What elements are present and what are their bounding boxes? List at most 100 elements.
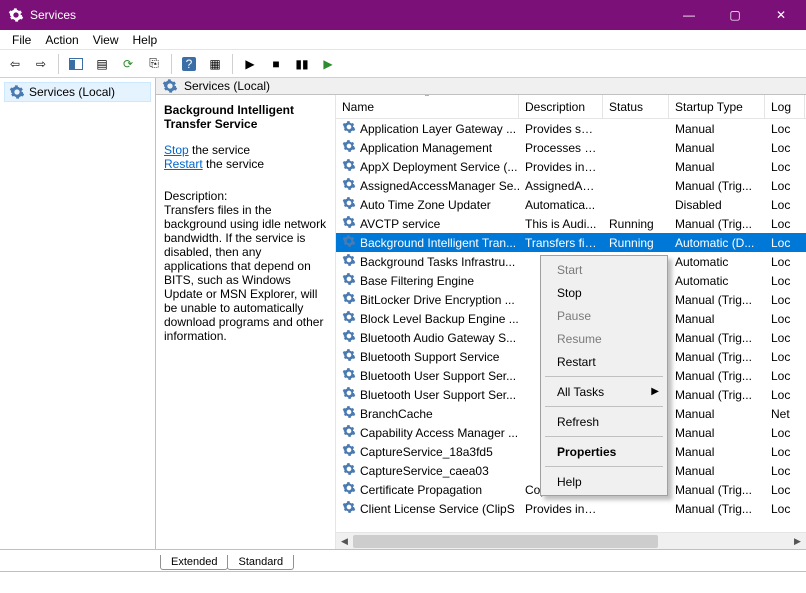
column-name[interactable]: Name⌃ bbox=[336, 95, 519, 118]
link-restart-service[interactable]: Restart bbox=[164, 157, 203, 171]
service-name: BranchCache bbox=[360, 407, 433, 421]
menu-file[interactable]: File bbox=[6, 31, 37, 49]
tab-standard[interactable]: Standard bbox=[227, 555, 294, 570]
menu-view[interactable]: View bbox=[87, 31, 125, 49]
stop-service-button[interactable]: ■ bbox=[264, 52, 288, 76]
scroll-right-button[interactable]: ▶ bbox=[789, 533, 806, 550]
menu-help[interactable]: Help bbox=[127, 31, 164, 49]
horizontal-scrollbar[interactable]: ◀ ▶ bbox=[336, 532, 806, 549]
description-label: Description: bbox=[164, 189, 327, 203]
export-button[interactable]: ⎘ bbox=[142, 52, 166, 76]
column-startup-type[interactable]: Startup Type bbox=[669, 95, 765, 118]
scroll-thumb[interactable] bbox=[353, 535, 658, 548]
cell-status: Running bbox=[603, 217, 669, 231]
service-row[interactable]: AppX Deployment Service (...Provides inf… bbox=[336, 157, 806, 176]
service-row[interactable]: Application Layer Gateway ...Provides su… bbox=[336, 119, 806, 138]
service-name: CaptureService_18a3fd5 bbox=[360, 445, 493, 459]
restart-service-button[interactable]: ▶ bbox=[316, 52, 340, 76]
service-row[interactable]: Application ManagementProcesses in...Man… bbox=[336, 138, 806, 157]
cell-startup: Manual bbox=[669, 464, 765, 478]
ctx-start: Start bbox=[543, 258, 665, 281]
close-button[interactable]: ✕ bbox=[758, 0, 804, 30]
separator bbox=[232, 54, 233, 74]
gear-icon bbox=[342, 120, 356, 137]
tab-extended[interactable]: Extended bbox=[160, 555, 228, 570]
maximize-button[interactable]: ▢ bbox=[712, 0, 758, 30]
ctx-restart[interactable]: Restart bbox=[543, 350, 665, 373]
cell-name: AssignedAccessManager Se... bbox=[336, 177, 519, 194]
service-name: Application Management bbox=[360, 141, 492, 155]
service-name: Base Filtering Engine bbox=[360, 274, 474, 288]
show-hide-tree-button[interactable] bbox=[64, 52, 88, 76]
ctx-help[interactable]: Help bbox=[543, 470, 665, 493]
ctx-all-tasks-label: All Tasks bbox=[557, 385, 604, 399]
refresh-button[interactable]: ⟳ bbox=[116, 52, 140, 76]
tree-item-label: Services (Local) bbox=[29, 85, 115, 99]
service-row[interactable]: AssignedAccessManager Se...AssignedAc...… bbox=[336, 176, 806, 195]
cell-logon: Loc bbox=[765, 388, 805, 402]
gear-icon bbox=[342, 348, 356, 365]
ctx-stop[interactable]: Stop bbox=[543, 281, 665, 304]
gear-icon bbox=[342, 253, 356, 270]
cell-name: Background Tasks Infrastru... bbox=[336, 253, 519, 270]
forward-button[interactable]: ⇨ bbox=[29, 52, 53, 76]
service-name: AVCTP service bbox=[360, 217, 440, 231]
cell-name: Block Level Backup Engine ... bbox=[336, 310, 519, 327]
panel-icon bbox=[69, 58, 83, 70]
cell-name: BranchCache bbox=[336, 405, 519, 422]
detail-pane: Background Intelligent Transfer Service … bbox=[156, 95, 336, 549]
scroll-track[interactable] bbox=[353, 533, 789, 550]
selected-service-title: Background Intelligent Transfer Service bbox=[164, 103, 327, 131]
ctx-all-tasks[interactable]: All Tasks ▶ bbox=[543, 380, 665, 403]
cell-name: AppX Deployment Service (... bbox=[336, 158, 519, 175]
link-stop-service[interactable]: Stop bbox=[164, 143, 189, 157]
service-name: Bluetooth User Support Ser... bbox=[360, 369, 516, 383]
submenu-arrow-icon: ▶ bbox=[651, 386, 659, 397]
cell-desc: Provides inf... bbox=[519, 160, 603, 174]
gear-icon bbox=[342, 367, 356, 384]
separator bbox=[171, 54, 172, 74]
question-button[interactable]: ▦ bbox=[203, 52, 227, 76]
cell-logon: Loc bbox=[765, 141, 805, 155]
column-status[interactable]: Status bbox=[603, 95, 669, 118]
ctx-properties[interactable]: Properties bbox=[543, 440, 665, 463]
right-header: Services (Local) bbox=[156, 78, 806, 95]
service-name: Client License Service (ClipS bbox=[360, 502, 515, 516]
service-name: Auto Time Zone Updater bbox=[360, 198, 491, 212]
gear-icon bbox=[342, 329, 356, 346]
pause-service-button[interactable]: ▮▮ bbox=[290, 52, 314, 76]
ctx-separator bbox=[545, 406, 663, 407]
gear-icon bbox=[342, 177, 356, 194]
cell-name: Client License Service (ClipS bbox=[336, 500, 519, 517]
ctx-separator bbox=[545, 436, 663, 437]
minimize-button[interactable]: — bbox=[666, 0, 712, 30]
cell-desc: Processes in... bbox=[519, 141, 603, 155]
service-row[interactable]: AVCTP serviceThis is Audi...RunningManua… bbox=[336, 214, 806, 233]
cell-desc: AssignedAc... bbox=[519, 179, 603, 193]
cell-name: Bluetooth Support Service bbox=[336, 348, 519, 365]
titlebar: Services — ▢ ✕ bbox=[0, 0, 806, 30]
scroll-left-button[interactable]: ◀ bbox=[336, 533, 353, 550]
help-button[interactable]: ? bbox=[177, 52, 201, 76]
service-row[interactable]: Auto Time Zone UpdaterAutomatica...Disab… bbox=[336, 195, 806, 214]
service-row[interactable]: Client License Service (ClipSProvides in… bbox=[336, 499, 806, 518]
restart-icon: ▶ bbox=[323, 57, 332, 71]
toolbar: ⇦ ⇨ ▤ ⟳ ⎘ ? ▦ ▶ ■ ▮▮ ▶ bbox=[0, 50, 806, 78]
service-row[interactable]: Background Intelligent Tran...Transfers … bbox=[336, 233, 806, 252]
column-description[interactable]: Description bbox=[519, 95, 603, 118]
back-button[interactable]: ⇦ bbox=[3, 52, 27, 76]
gear-icon bbox=[342, 405, 356, 422]
separator bbox=[58, 54, 59, 74]
gear-icon bbox=[342, 196, 356, 213]
cell-logon: Loc bbox=[765, 198, 805, 212]
start-service-button[interactable]: ▶ bbox=[238, 52, 262, 76]
menu-action[interactable]: Action bbox=[39, 31, 84, 49]
cell-name: Application Layer Gateway ... bbox=[336, 120, 519, 137]
cell-startup: Automatic (D... bbox=[669, 236, 765, 250]
refresh-icon: ⟳ bbox=[123, 57, 133, 71]
column-logon[interactable]: Log bbox=[765, 95, 805, 118]
properties-button[interactable]: ▤ bbox=[90, 52, 114, 76]
ctx-separator bbox=[545, 376, 663, 377]
tree-item-services-local[interactable]: Services (Local) bbox=[4, 82, 151, 102]
ctx-refresh[interactable]: Refresh bbox=[543, 410, 665, 433]
